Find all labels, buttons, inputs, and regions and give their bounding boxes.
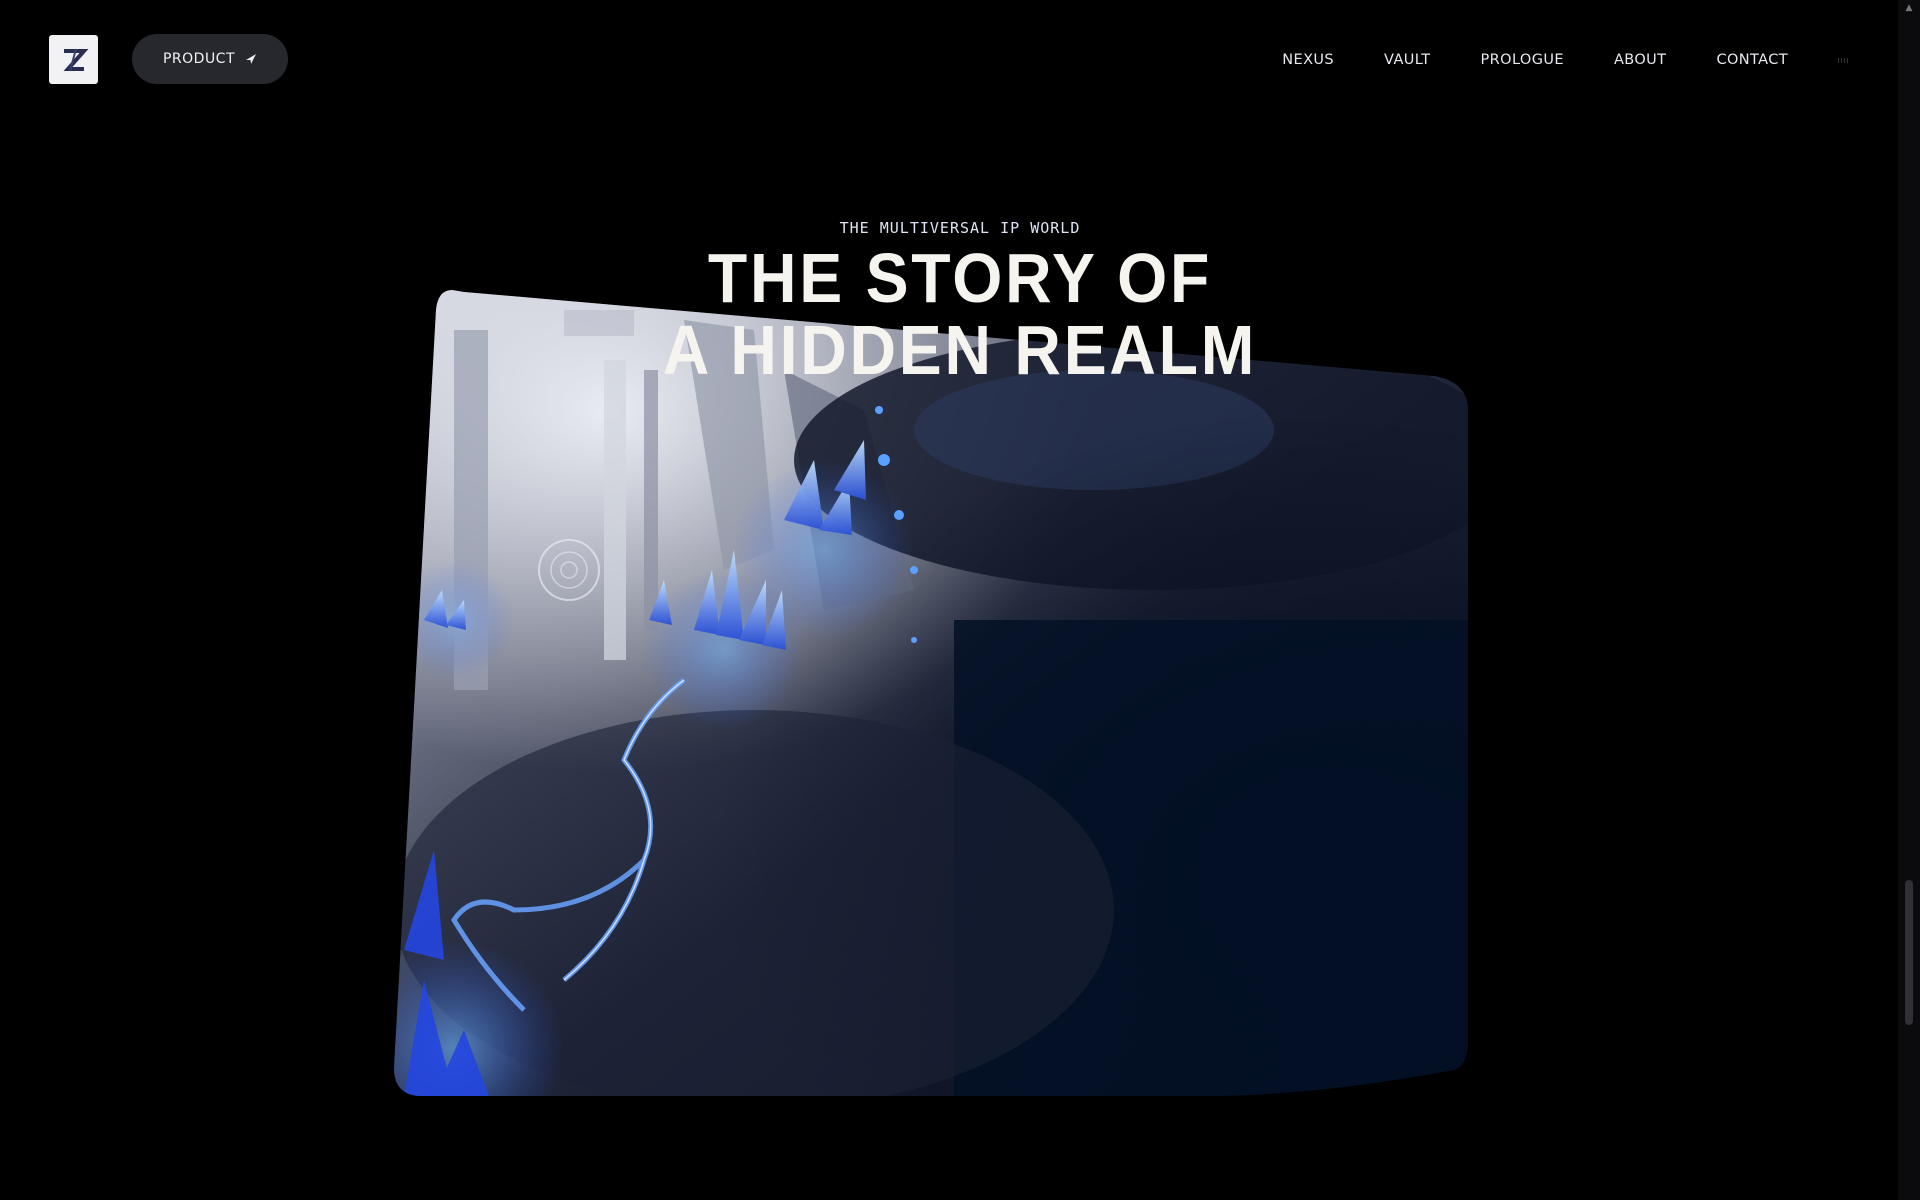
logo-mark <box>63 48 88 71</box>
scroll-thumb[interactable] <box>1905 880 1913 1025</box>
logo-icon[interactable] <box>49 35 98 84</box>
product-button-label: PRODUCT <box>162 51 236 67</box>
main-nav: NEXUS VAULT PROLOGUE ABOUT CONTACT <box>1282 52 1788 68</box>
sound-toggle[interactable] <box>1838 57 1848 63</box>
hero-title-line-1: THE STORY OF <box>707 239 1213 317</box>
nav-prologue[interactable]: PROLOGUE <box>1481 52 1564 68</box>
nav-about[interactable]: ABOUT <box>1614 52 1667 68</box>
nav-nexus[interactable]: NEXUS <box>1282 52 1334 68</box>
nav-vault[interactable]: VAULT <box>1384 52 1430 68</box>
hero-image-card <box>394 290 1468 1096</box>
product-button[interactable]: PRODUCT <box>132 34 288 84</box>
page-scrollbar[interactable]: ▲ <box>1898 0 1920 1200</box>
hero-title-line-2: A HIDDEN REALM <box>662 311 1258 389</box>
hero-eyebrow: THE MULTIVERSAL IP WORLD <box>839 219 1081 237</box>
scroll-up-icon[interactable]: ▲ <box>1904 3 1914 13</box>
arrow-icon <box>245 53 257 65</box>
page: PRODUCT NEXUS VAULT PROLOGUE ABOUT CONTA… <box>0 0 1920 1200</box>
nav-contact[interactable]: CONTACT <box>1716 52 1788 68</box>
hero-scene <box>394 290 1468 1096</box>
hero-title: THE STORY OF A HIDDEN REALM <box>77 242 1843 386</box>
